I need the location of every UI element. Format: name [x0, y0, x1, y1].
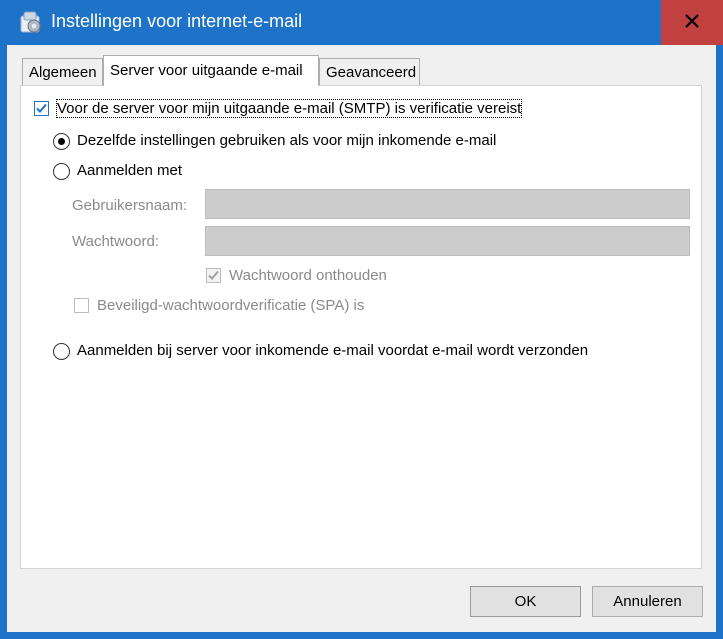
ok-button[interactable]: OK — [470, 586, 581, 617]
checkmark-icon — [36, 103, 47, 113]
password-label: Wachtwoord: — [72, 233, 159, 250]
log-on-with-label[interactable]: Aanmelden met — [77, 162, 182, 179]
password-input[interactable] — [205, 226, 690, 256]
tab-server-voor-uitgaande-e-mail[interactable]: Server voor uitgaande e-mail — [103, 55, 319, 86]
close-icon — [684, 13, 700, 33]
remember-password-checkbox[interactable] — [206, 268, 221, 283]
outlook-settings-icon — [18, 8, 44, 36]
close-button[interactable] — [661, 0, 723, 45]
tab-panel — [20, 85, 702, 569]
spa-label: Beveiligd-wachtwoordverificatie (SPA) is — [97, 297, 365, 314]
spa-checkbox[interactable] — [74, 298, 89, 313]
window-frame-bottom — [0, 632, 723, 639]
smtp-auth-label[interactable]: Voor de server voor mijn uitgaande e-mai… — [55, 99, 523, 118]
tab-algemeen[interactable]: Algemeen — [22, 58, 103, 85]
radio-selected-dot — [58, 138, 65, 145]
window-frame-right — [716, 45, 723, 639]
same-settings-radio[interactable] — [53, 133, 70, 150]
remember-password-label: Wachtwoord onthouden — [229, 267, 387, 284]
log-on-with-radio[interactable] — [53, 163, 70, 180]
log-on-incoming-first-radio[interactable] — [53, 343, 70, 360]
same-settings-label[interactable]: Dezelfde instellingen gebruiken als voor… — [77, 132, 496, 149]
checkmark-icon — [208, 270, 219, 280]
cancel-button[interactable]: Annuleren — [592, 586, 703, 617]
log-on-incoming-first-label[interactable]: Aanmelden bij server voor inkomende e-ma… — [77, 342, 588, 359]
smtp-auth-checkbox[interactable] — [34, 101, 49, 116]
username-input[interactable] — [205, 189, 690, 219]
username-label: Gebruikersnaam: — [72, 197, 188, 214]
window-frame-left — [0, 45, 7, 639]
tab-geavanceerd[interactable]: Geavanceerd — [319, 58, 420, 85]
dialog-window: Instellingen voor internet-e-mail Algeme… — [0, 0, 723, 639]
window-title: Instellingen voor internet-e-mail — [51, 11, 303, 31]
title-bar[interactable]: Instellingen voor internet-e-mail — [0, 0, 723, 45]
